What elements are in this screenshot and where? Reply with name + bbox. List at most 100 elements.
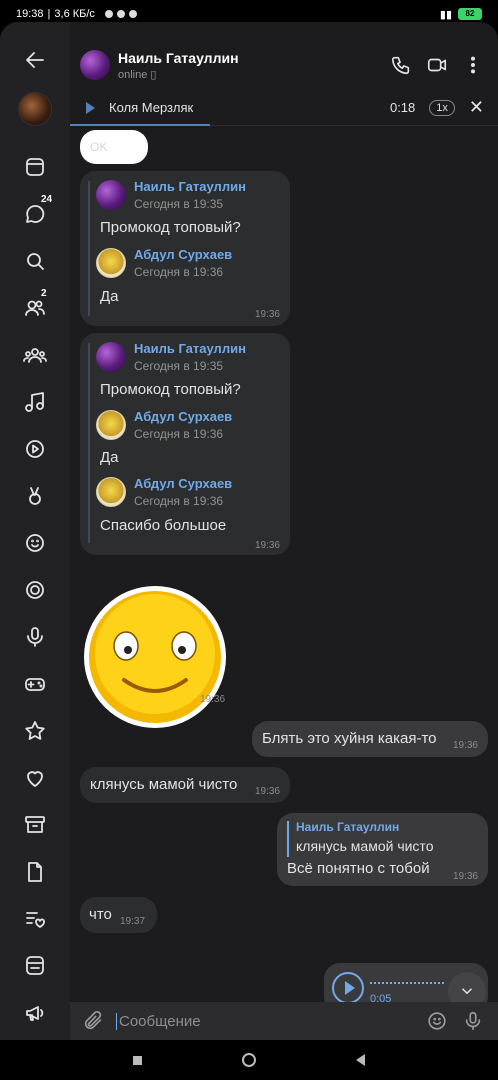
rail-item-clips[interactable] [15,476,55,516]
rail-item-video[interactable] [15,429,55,469]
sticker-time: 19:36 [200,694,226,705]
video-call-icon[interactable] [426,54,448,76]
emoji-icon[interactable] [426,1010,448,1032]
rail-item-likes[interactable] [15,758,55,798]
forwarded-message-2[interactable]: Наиль Гатауллин Сегодня в 19:35 Промокод… [80,333,290,555]
rail-item-feed[interactable] [15,147,55,187]
microphone-icon [27,627,43,647]
rail-item-search[interactable] [15,241,55,281]
music-note-icon [25,392,44,412]
rail-item-communities[interactable] [15,335,55,375]
chevron-down-icon [461,988,473,995]
home-button[interactable] [242,1053,256,1067]
rail-item-games[interactable] [15,664,55,704]
rail-item-stickers[interactable] [15,523,55,563]
status-time: 19:38 [16,8,44,20]
player-progress [70,124,210,126]
communities-icon [23,348,47,363]
back-nav-button[interactable] [356,1054,365,1066]
rail-item-music[interactable] [15,382,55,422]
back-button[interactable] [15,40,55,80]
rail-item-announcements[interactable] [15,993,55,1033]
megaphone-icon [26,1006,44,1021]
play-icon [344,981,355,995]
waveform [370,982,446,984]
rail-item-services[interactable] [15,946,55,986]
star-icon [25,721,45,740]
player-time: 0:18 [389,100,416,115]
forward-header: Наиль Гатауллин Сегодня в 19:35 [96,179,246,211]
left-rail: 24 2 [0,22,70,1040]
archive-box-icon [25,816,45,833]
friends-badge: 2 [41,288,47,299]
rail-item-friends[interactable]: 2 [15,288,55,328]
avatar [96,342,126,372]
recents-button[interactable] [133,1055,142,1065]
message-input[interactable] [116,1012,396,1030]
more-vertical-icon[interactable] [462,54,484,76]
chat-status: online ▯ [118,68,157,81]
message-ok-image[interactable]: OK [80,130,148,164]
incoming-message[interactable]: клянусь мамой чисто 19:36 [80,767,290,803]
document-icon [28,862,42,882]
forward-header: Абдул Сурхаев Сегодня в 19:36 [96,476,232,508]
status-icons [104,10,137,18]
feed-icon [26,158,44,176]
message-time: 19:36 [254,540,280,551]
clips-icon [29,487,41,505]
voice-play-button[interactable] [332,972,364,1004]
avatar [96,180,126,210]
signal-icon: ▮▮ [439,8,452,21]
app-window: 24 2 Наиль Гатауллин online ▯ Коля Мерзл… [0,22,498,1040]
rail-item-files[interactable] [15,852,55,892]
status-network-speed: 3,6 КБ/с [54,8,95,20]
chat-avatar[interactable] [80,50,110,80]
gamepad-icon [25,678,45,691]
avatar [96,477,126,507]
messages-badge: 24 [41,194,53,205]
smiley-sticker[interactable] [82,584,230,730]
microphone-icon[interactable] [462,1010,484,1032]
phone-icon[interactable] [390,54,412,76]
outgoing-reply-message[interactable]: Наиль Гатауллин клянусь мамой чисто Всё … [277,813,488,886]
heart-icon [27,771,43,787]
forward-header: Наиль Гатауллин Сегодня в 19:35 [96,341,246,373]
forward-header: Абдул Сурхаев Сегодня в 19:36 [96,409,232,441]
forwarded-message-1[interactable]: Наиль Гатауллин Сегодня в 19:35 Промокод… [80,171,290,326]
rail-item-liked-list[interactable] [15,899,55,939]
player-speed-button[interactable]: 1x [429,99,455,116]
audio-player-bar[interactable]: Коля Мерзляк 0:18 1x ✕ [70,90,498,126]
profile-avatar[interactable] [18,92,52,126]
mobile-icon: ▯ [150,68,157,81]
reply-author: Наиль Гатауллин [296,820,400,834]
message-time: 19:36 [254,309,280,320]
system-navigation-bar [0,1040,498,1080]
rail-item-favorites[interactable] [15,711,55,751]
smile-icon [26,534,44,552]
close-icon[interactable]: ✕ [469,97,484,118]
friends-icon [25,300,45,316]
player-artist: Коля Мерзляк [109,100,194,115]
rail-item-messages[interactable]: 24 [15,194,55,234]
avatar [96,248,126,278]
play-circle-icon [26,440,44,458]
chat-title-block[interactable]: Наиль Гатауллин online ▯ [118,50,239,81]
paperclip-icon[interactable] [82,1010,104,1032]
target-icon [26,581,44,599]
rail-item-games-target[interactable] [15,570,55,610]
incoming-message[interactable]: что 19:37 [80,897,157,933]
forward-header: Абдул Сурхаев Сегодня в 19:36 [96,247,232,279]
rail-item-podcasts[interactable] [15,617,55,657]
chat-name: Наиль Гатауллин [118,49,239,66]
search-icon [27,253,44,270]
play-icon[interactable] [86,101,95,114]
chat-header: Наиль Гатауллин online ▯ [70,40,498,90]
rail-item-archive[interactable] [15,805,55,845]
services-icon [26,956,44,975]
arrow-left-icon [26,52,44,68]
avatar [96,410,126,440]
list-heart-icon [26,912,45,928]
outgoing-message[interactable]: Блять это хуйня какая-то 19:36 [252,721,488,757]
chat-bubble-icon [26,205,45,223]
battery-indicator: 82 [458,8,482,20]
